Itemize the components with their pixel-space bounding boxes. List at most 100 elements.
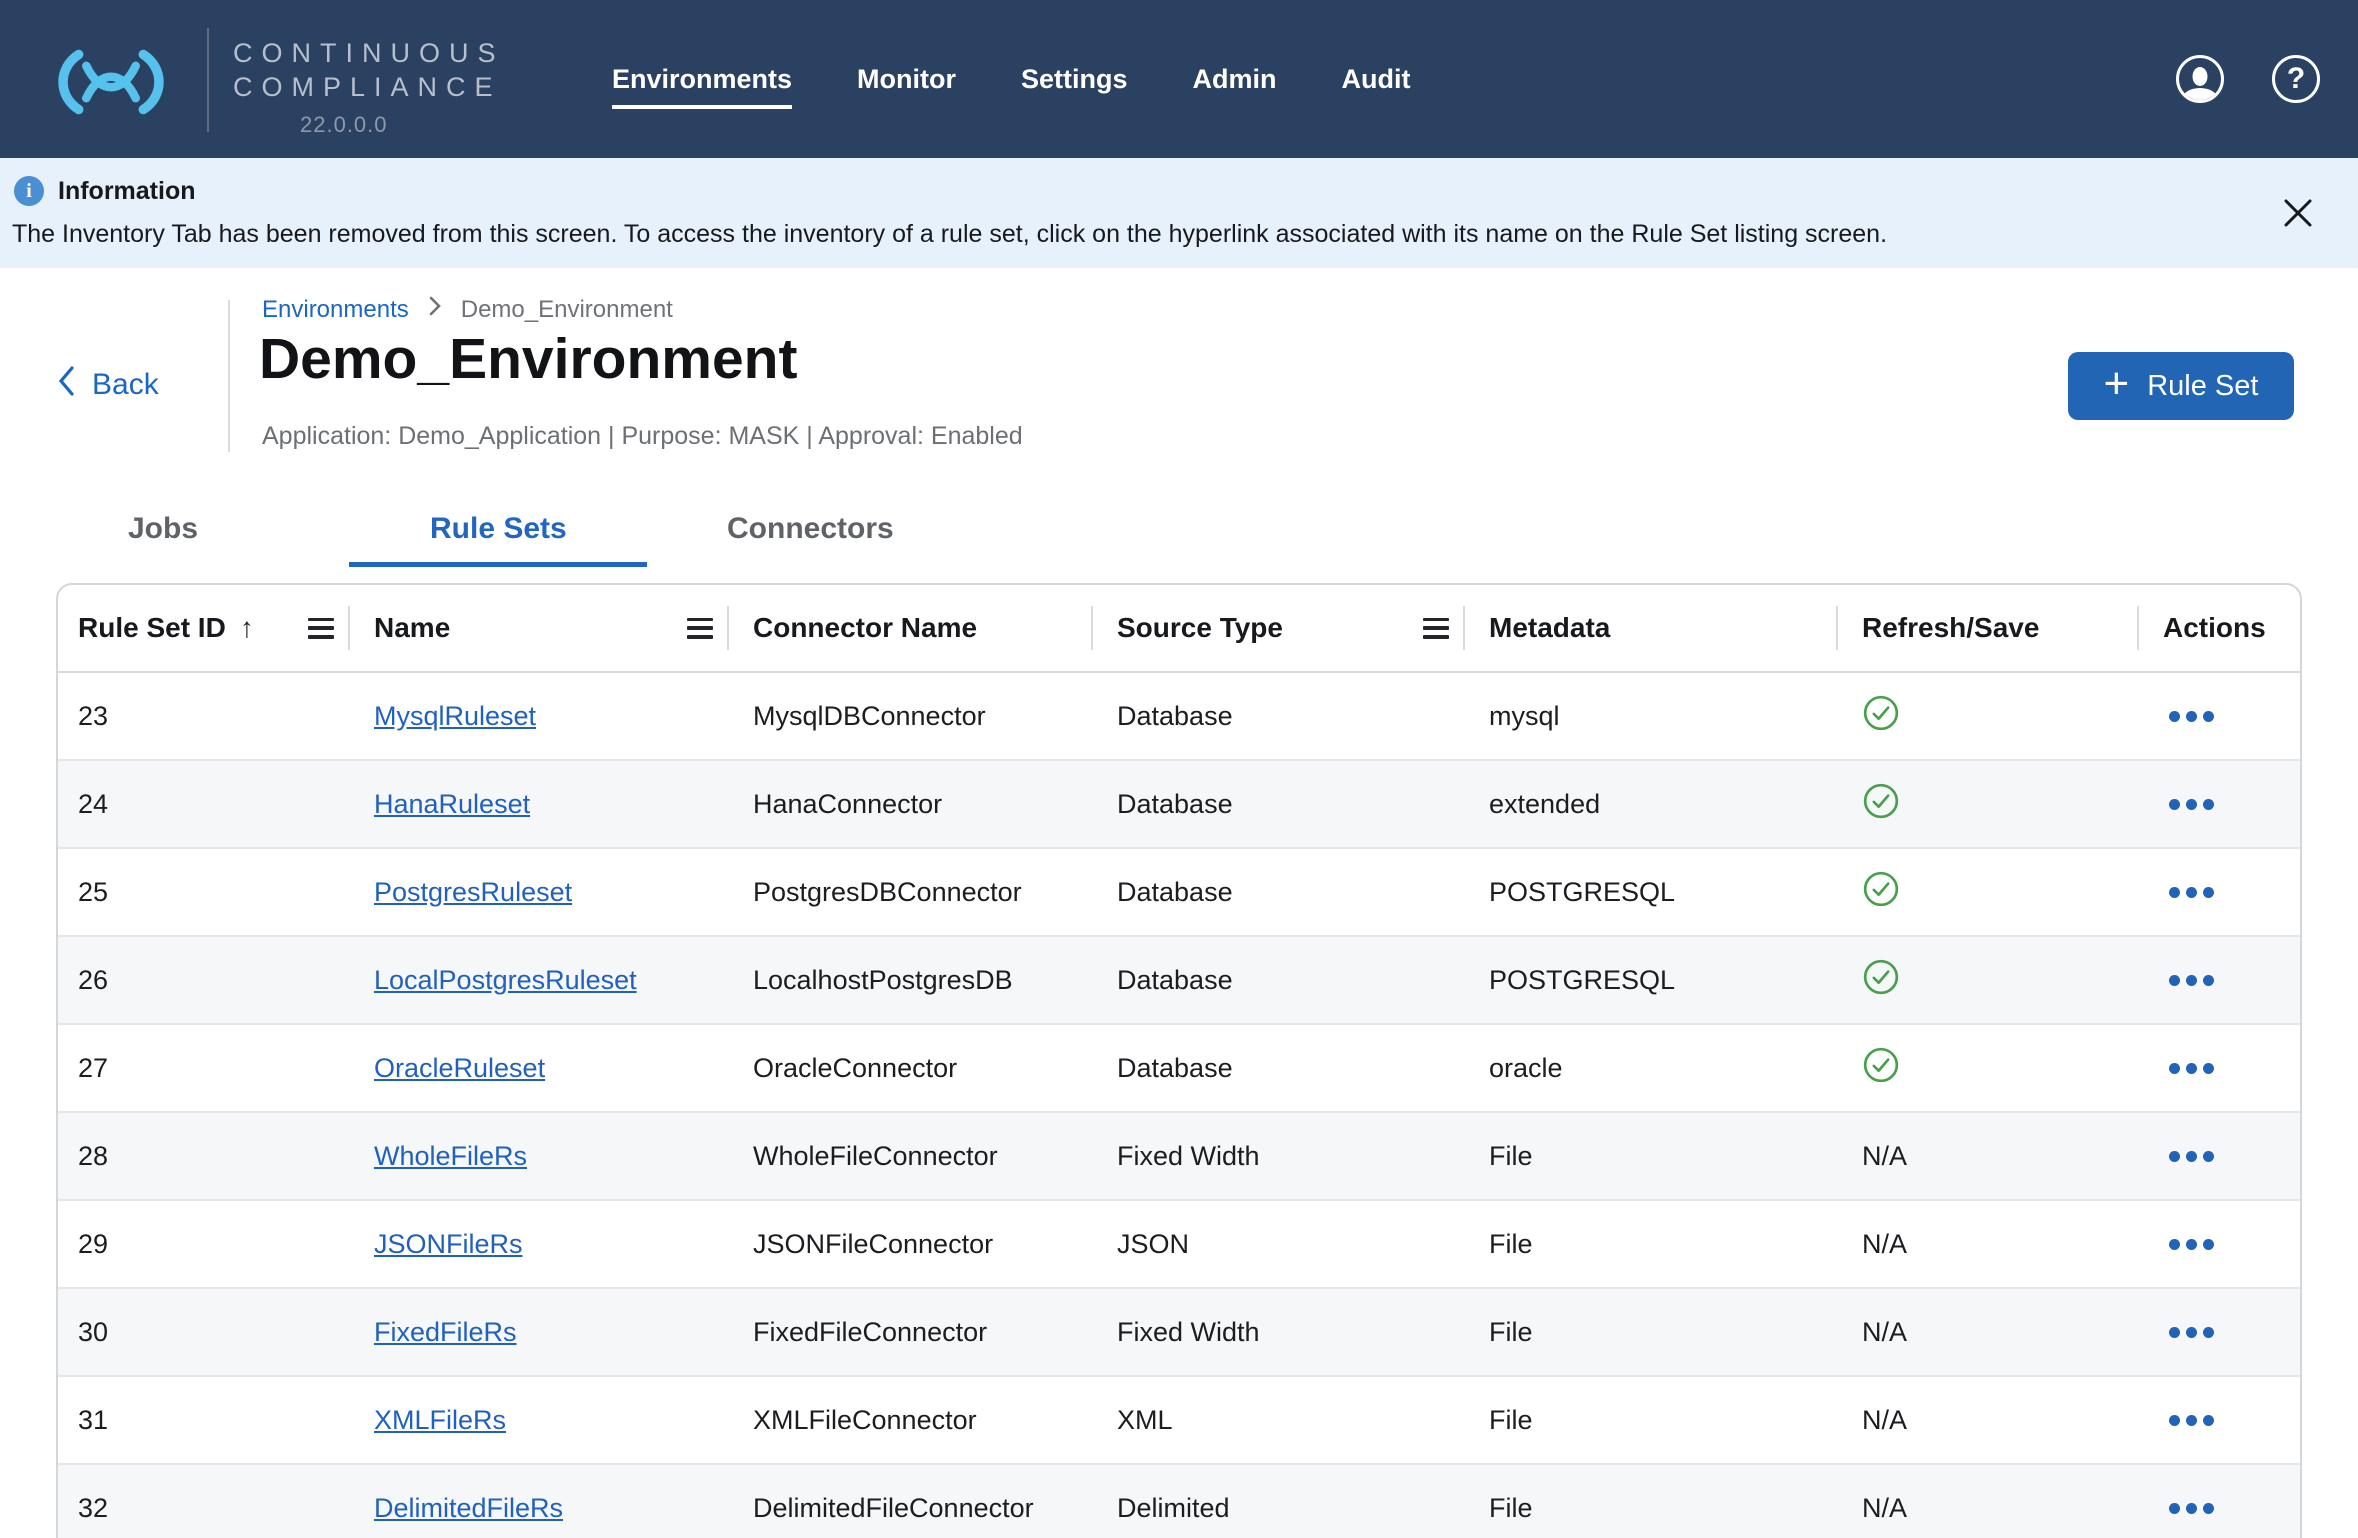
back-button[interactable]: Back [56, 364, 159, 406]
table-row: 29 JSONFileRs JSONFileConnector JSON Fil… [58, 1199, 2300, 1287]
actions-cell [2139, 1377, 2300, 1463]
rule-set-name-link[interactable]: JSONFileRs [374, 1229, 523, 1260]
rule-set-name-link[interactable]: XMLFileRs [374, 1405, 506, 1436]
table-row: 27 OracleRuleset OracleConnector Databas… [58, 1023, 2300, 1111]
tab-active-underline [349, 562, 647, 567]
nav-item-admin[interactable]: Admin [1193, 64, 1277, 95]
rule-set-name-link[interactable]: HanaRuleset [374, 789, 530, 820]
connector-name-cell: WholeFileConnector [729, 1113, 1093, 1199]
actions-cell [2139, 1289, 2300, 1375]
table-row: 31 XMLFileRs XMLFileConnector XML File N… [58, 1375, 2300, 1463]
refresh-save-cell [1838, 1025, 2139, 1111]
tab-connectors[interactable]: Connectors [727, 512, 894, 546]
ellipsis-icon[interactable] [2163, 1145, 2220, 1168]
ellipsis-icon[interactable] [2163, 969, 2220, 992]
back-label: Back [92, 368, 159, 402]
nav-item-settings[interactable]: Settings [1021, 64, 1128, 95]
rule-set-name-link[interactable]: MysqlRuleset [374, 701, 536, 732]
connector-name-cell: MysqlDBConnector [729, 673, 1093, 759]
column-header-rule-set-id[interactable]: Rule Set ID ↑ [58, 585, 350, 671]
metadata-cell: POSTGRESQL [1465, 849, 1838, 935]
name-cell: DelimitedFileRs [350, 1465, 729, 1538]
ellipsis-icon[interactable] [2163, 1233, 2220, 1256]
name-cell: XMLFileRs [350, 1377, 729, 1463]
metadata-cell: File [1465, 1289, 1838, 1375]
nav-item-audit[interactable]: Audit [1342, 64, 1411, 95]
rule-set-id-cell: 29 [58, 1201, 350, 1287]
header-divider [228, 300, 230, 452]
ellipsis-icon[interactable] [2163, 1057, 2220, 1080]
breadcrumb-environments[interactable]: Environments [262, 296, 409, 324]
ellipsis-icon[interactable] [2163, 1497, 2220, 1520]
metadata-cell: POSTGRESQL [1465, 937, 1838, 1023]
rule-sets-table: Rule Set ID ↑ Name Connector Name Source… [56, 583, 2302, 1538]
rule-set-name-link[interactable]: LocalPostgresRuleset [374, 965, 637, 996]
source-type-cell: Fixed Width [1093, 1289, 1465, 1375]
refresh-save-na: N/A [1862, 1317, 1907, 1348]
source-type-cell: Database [1093, 761, 1465, 847]
refresh-save-cell: N/A [1838, 1289, 2139, 1375]
page-title: Demo_Environment [259, 326, 797, 392]
column-header-name[interactable]: Name [350, 585, 729, 671]
name-cell: LocalPostgresRuleset [350, 937, 729, 1023]
rule-set-name-link[interactable]: PostgresRuleset [374, 877, 572, 908]
rule-set-name-link[interactable]: DelimitedFileRs [374, 1493, 563, 1524]
info-banner: i Information The Inventory Tab has been… [0, 158, 2358, 268]
refresh-save-cell: N/A [1838, 1113, 2139, 1199]
connector-name-cell: OracleConnector [729, 1025, 1093, 1111]
user-icon-head [2193, 67, 2208, 86]
ellipsis-icon[interactable] [2163, 1321, 2220, 1344]
column-label: Actions [2163, 612, 2266, 644]
metadata-cell: mysql [1465, 673, 1838, 759]
table-row: 25 PostgresRuleset PostgresDBConnector D… [58, 847, 2300, 935]
refresh-save-cell: N/A [1838, 1201, 2139, 1287]
table-row: 28 WholeFileRs WholeFileConnector Fixed … [58, 1111, 2300, 1199]
ellipsis-icon[interactable] [2163, 881, 2220, 904]
rule-set-name-link[interactable]: FixedFileRs [374, 1317, 517, 1348]
column-header-refresh-save: Refresh/Save [1838, 585, 2139, 671]
connector-name-cell: PostgresDBConnector [729, 849, 1093, 935]
rule-set-name-link[interactable]: OracleRuleset [374, 1053, 545, 1084]
add-rule-set-button[interactable]: + Rule Set [2068, 352, 2294, 420]
user-icon[interactable] [2176, 55, 2224, 103]
name-cell: FixedFileRs [350, 1289, 729, 1375]
brand-line2: COMPLIANCE [233, 70, 505, 104]
name-cell: MysqlRuleset [350, 673, 729, 759]
metadata-cell: oracle [1465, 1025, 1838, 1111]
ellipsis-icon[interactable] [2163, 1409, 2220, 1432]
column-header-source-type[interactable]: Source Type [1093, 585, 1465, 671]
chevron-right-icon [427, 294, 443, 325]
app-root: CONTINUOUS COMPLIANCE 22.0.0.0 Environme… [0, 0, 2358, 1538]
column-label: Name [374, 612, 450, 644]
actions-cell [2139, 1025, 2300, 1111]
help-icon[interactable]: ? [2272, 55, 2320, 103]
menu-icon[interactable] [308, 618, 334, 639]
table-row: 26 LocalPostgresRuleset LocalhostPostgre… [58, 935, 2300, 1023]
tab-rule-sets[interactable]: Rule Sets [430, 512, 567, 546]
column-label: Metadata [1489, 612, 1610, 644]
ellipsis-icon[interactable] [2163, 705, 2220, 728]
source-type-cell: Delimited [1093, 1465, 1465, 1538]
top-navbar: CONTINUOUS COMPLIANCE 22.0.0.0 Environme… [0, 0, 2358, 158]
table-row: 32 DelimitedFileRs DelimitedFileConnecto… [58, 1463, 2300, 1538]
actions-cell [2139, 849, 2300, 935]
ellipsis-icon[interactable] [2163, 793, 2220, 816]
nav-item-monitor[interactable]: Monitor [857, 64, 956, 95]
tab-jobs[interactable]: Jobs [128, 512, 198, 546]
metadata-cell: File [1465, 1465, 1838, 1538]
main-nav: Environments Monitor Settings Admin Audi… [612, 0, 1411, 158]
refresh-save-na: N/A [1862, 1229, 1907, 1260]
actions-cell [2139, 1465, 2300, 1538]
refresh-save-cell [1838, 673, 2139, 759]
refresh-save-cell: N/A [1838, 1377, 2139, 1463]
menu-icon[interactable] [1423, 618, 1449, 639]
rule-set-id-cell: 23 [58, 673, 350, 759]
rule-set-id-cell: 25 [58, 849, 350, 935]
close-icon[interactable] [2278, 193, 2318, 233]
menu-icon[interactable] [687, 618, 713, 639]
sort-asc-icon[interactable]: ↑ [240, 612, 254, 644]
rule-set-name-link[interactable]: WholeFileRs [374, 1141, 527, 1172]
nav-item-environments[interactable]: Environments [612, 64, 792, 95]
metadata-cell: File [1465, 1377, 1838, 1463]
refresh-save-na: N/A [1862, 1493, 1907, 1524]
